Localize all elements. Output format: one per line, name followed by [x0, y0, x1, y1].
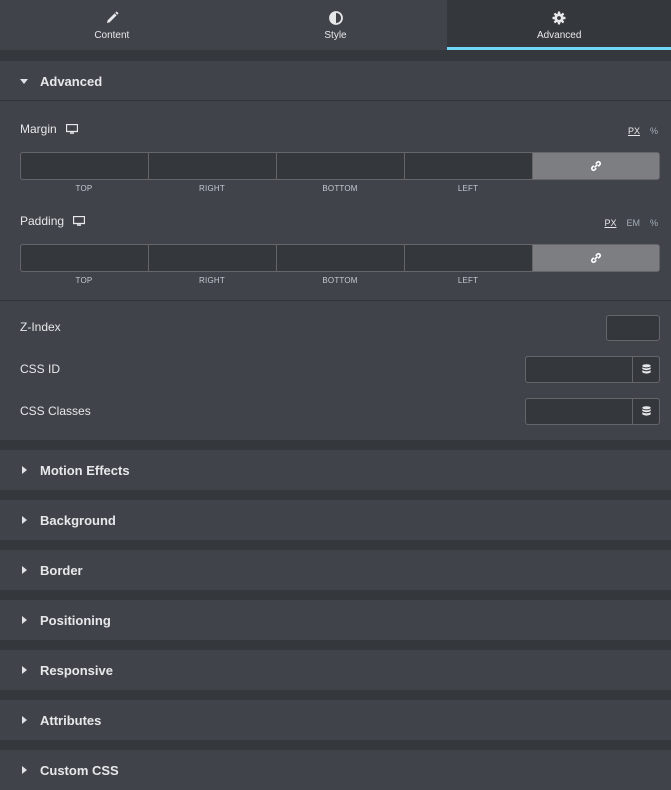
link-icon: [591, 161, 601, 171]
caret-right-icon: [22, 466, 27, 474]
margin-top-label: TOP: [75, 184, 93, 193]
padding-top-input[interactable]: [20, 244, 149, 272]
padding-unit-percent[interactable]: %: [650, 218, 658, 228]
section-custom-css[interactable]: Custom CSS: [0, 750, 671, 790]
margin-bottom-label: BOTTOM: [322, 184, 358, 193]
panel-tabs: Content Style Advanced: [0, 0, 671, 50]
section-responsive[interactable]: Responsive: [0, 650, 671, 690]
caret-right-icon: [22, 666, 27, 674]
margin-right-input[interactable]: [148, 152, 277, 180]
padding-left-label: LEFT: [457, 276, 479, 285]
caret-down-icon: [20, 78, 28, 84]
padding-link-values-button[interactable]: [532, 244, 660, 272]
css-classes-input[interactable]: [525, 398, 632, 425]
caret-right-icon: [22, 766, 27, 774]
padding-top-label: TOP: [75, 276, 93, 285]
section-title: Motion Effects: [40, 462, 130, 478]
section-advanced-header[interactable]: Advanced: [0, 61, 671, 101]
section-title: Responsive: [40, 662, 113, 678]
pencil-icon: [106, 11, 119, 23]
section-border[interactable]: Border: [0, 550, 671, 590]
section-gap: [0, 740, 671, 750]
tab-style[interactable]: Style: [224, 0, 448, 50]
section-gap: [0, 690, 671, 700]
dynamic-tags-button[interactable]: [632, 356, 660, 383]
database-icon: [641, 406, 651, 416]
link-icon: [591, 253, 601, 263]
caret-right-icon: [22, 716, 27, 724]
padding-right-input[interactable]: [148, 244, 277, 272]
desktop-icon[interactable]: [65, 124, 78, 134]
section-gap: [0, 490, 671, 500]
margin-left-label: LEFT: [457, 184, 479, 193]
section-title: Border: [40, 562, 83, 578]
css-classes-label: CSS Classes: [20, 404, 91, 418]
dynamic-tags-button[interactable]: [632, 398, 660, 425]
tab-content-label: Content: [94, 30, 130, 41]
section-gap: [0, 440, 671, 450]
gear-icon: [552, 11, 566, 25]
padding-label-text: Padding: [20, 214, 65, 228]
z-index-input[interactable]: [606, 315, 660, 341]
section-gap: [0, 640, 671, 650]
section-gap: [0, 590, 671, 600]
tab-advanced[interactable]: Advanced: [447, 0, 671, 50]
z-index-label: Z-Index: [20, 320, 61, 334]
padding-side-labels: TOP RIGHT BOTTOM LEFT: [20, 276, 532, 285]
padding-dimensions: [20, 244, 660, 272]
section-gap: [0, 540, 671, 550]
css-id-control: [525, 356, 660, 383]
margin-units: PX %: [618, 126, 658, 136]
css-classes-control: [525, 398, 660, 425]
margin-unit-px[interactable]: PX: [628, 126, 640, 136]
margin-link-values-button[interactable]: [532, 152, 660, 180]
tab-advanced-label: Advanced: [536, 30, 582, 41]
padding-units: PX EM %: [594, 218, 658, 228]
section-positioning[interactable]: Positioning: [0, 600, 671, 640]
section-motion-effects[interactable]: Motion Effects: [0, 450, 671, 490]
caret-right-icon: [22, 516, 27, 524]
tabs-separator: [0, 50, 671, 61]
section-attributes[interactable]: Attributes: [0, 700, 671, 740]
section-background[interactable]: Background: [0, 500, 671, 540]
padding-label: Padding: [20, 214, 86, 228]
margin-side-labels: TOP RIGHT BOTTOM LEFT: [20, 184, 532, 193]
margin-top-input[interactable]: [20, 152, 149, 180]
margin-label: Margin: [20, 122, 78, 136]
margin-left-input[interactable]: [404, 152, 533, 180]
padding-unit-px[interactable]: PX: [604, 218, 616, 228]
desktop-icon[interactable]: [73, 216, 86, 226]
tab-style-label: Style: [324, 30, 347, 41]
caret-right-icon: [22, 566, 27, 574]
section-title: Positioning: [40, 612, 111, 628]
padding-right-label: RIGHT: [199, 276, 225, 285]
database-icon: [641, 364, 651, 374]
margin-bottom-input[interactable]: [276, 152, 405, 180]
section-advanced-title: Advanced: [40, 73, 103, 89]
padding-left-input[interactable]: [404, 244, 533, 272]
css-id-input[interactable]: [525, 356, 632, 383]
tab-content[interactable]: Content: [0, 0, 224, 50]
section-title: Background: [40, 512, 116, 528]
css-id-label: CSS ID: [20, 362, 61, 376]
divider: [0, 300, 671, 301]
caret-right-icon: [22, 616, 27, 624]
half-circle-icon: [328, 11, 343, 25]
padding-unit-em[interactable]: EM: [626, 218, 640, 228]
margin-label-text: Margin: [20, 122, 57, 136]
margin-dimensions: [20, 152, 660, 180]
margin-unit-percent[interactable]: %: [650, 126, 658, 136]
divider: [0, 100, 671, 101]
padding-bottom-label: BOTTOM: [322, 276, 358, 285]
section-title: Custom CSS: [40, 762, 119, 778]
padding-bottom-input[interactable]: [276, 244, 405, 272]
margin-right-label: RIGHT: [199, 184, 225, 193]
section-title: Attributes: [40, 712, 102, 728]
